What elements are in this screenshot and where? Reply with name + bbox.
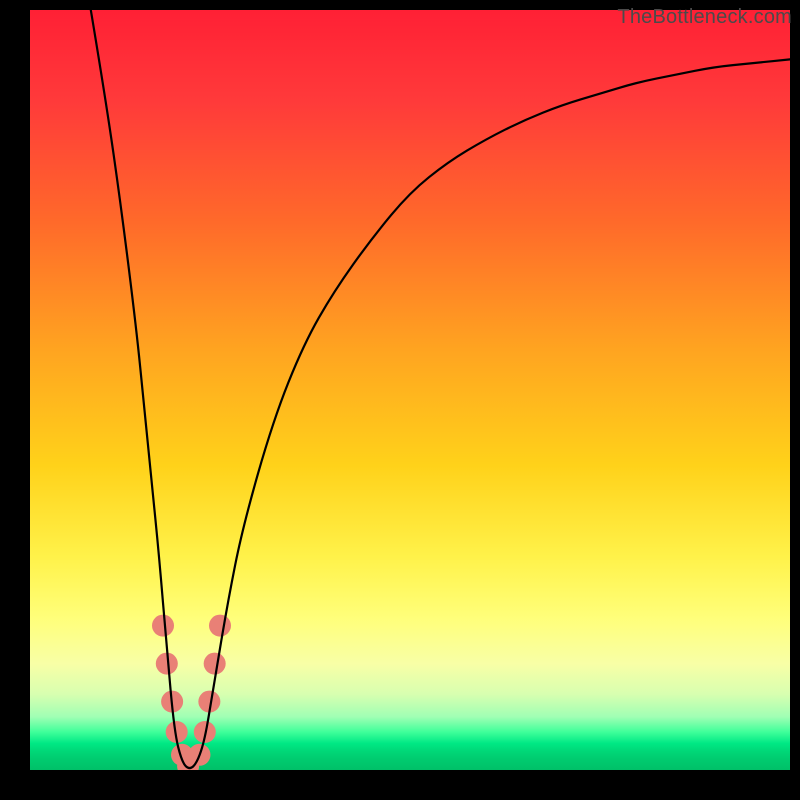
plot-area [30,10,790,770]
bottleneck-curve-svg [30,10,790,770]
bottleneck-curve [91,10,790,768]
curve-marker [204,653,226,675]
curve-marker [209,615,231,637]
curve-marker [152,615,174,637]
chart-frame: TheBottleneck.com [0,0,800,800]
marker-group [152,615,231,770]
